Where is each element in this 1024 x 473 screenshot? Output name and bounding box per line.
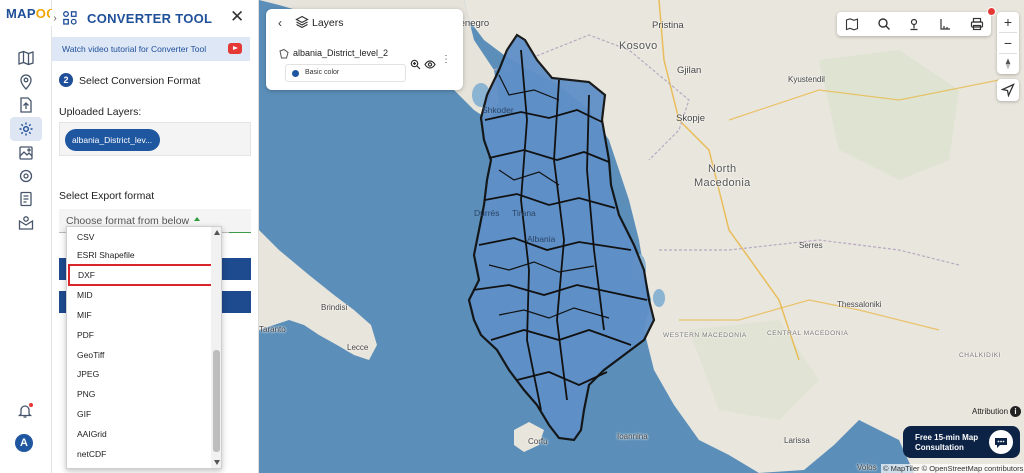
map-label-durres: Durrës (474, 208, 500, 218)
location-pin-icon[interactable] (16, 73, 36, 91)
style-label: Basic color (305, 69, 340, 76)
panel-header: CONVERTER TOOL ✕ (52, 0, 259, 36)
step-label: Select Conversion Format (79, 75, 201, 87)
layers-panel-title: Layers (312, 17, 344, 29)
format-option-geotiff[interactable]: GeoTiff (67, 345, 210, 365)
map-label-ioannina: Ioannina (617, 432, 648, 441)
format-option-jpeg[interactable]: JPEG (67, 364, 210, 384)
marker-icon[interactable] (907, 17, 921, 31)
map-label-shkoder: Shkoder (482, 105, 514, 115)
map-label-taranto: Taranto (259, 325, 286, 334)
map-label-western-macedonia: WESTERN MACEDONIA (663, 332, 747, 339)
youtube-icon (228, 43, 242, 54)
scroll-up-arrow-icon[interactable] (214, 230, 220, 235)
zoom-to-layer-icon[interactable] (410, 57, 421, 70)
avatar[interactable]: A (15, 434, 33, 452)
format-option-gif[interactable]: GIF (67, 404, 210, 424)
map-label-volos: Volos (857, 463, 877, 472)
step-badge: 2 (59, 73, 73, 87)
close-icon[interactable]: ✕ (230, 8, 244, 26)
converter-tool-icon (62, 10, 78, 26)
map-label-tirana: Tirana (512, 208, 536, 218)
format-option-pdf[interactable]: PDF (67, 325, 210, 345)
image-layers-icon[interactable] (16, 144, 36, 162)
map-label-pristina: Pristina (652, 20, 684, 31)
polygon-layer-icon (278, 47, 290, 59)
map-label-corfu: Corfu (528, 437, 548, 446)
navigation-arrow-icon (1000, 83, 1015, 98)
map-label-albania: Albania (527, 234, 556, 244)
attribution-text[interactable]: Attribution (972, 407, 1008, 416)
uploaded-layer-chip[interactable]: albania_District_lev... (65, 129, 160, 151)
layer-name[interactable]: albania_District_level_2 (293, 48, 388, 58)
map-label-skopje: Skopje (676, 113, 706, 124)
map-credits[interactable]: © MapTiler © OpenStreetMap contributors (881, 464, 1024, 473)
format-option-netcdf[interactable]: netCDF (67, 444, 210, 464)
map-label-larissa: Larissa (784, 436, 810, 445)
caret-up-icon (194, 217, 200, 221)
compass-icon[interactable] (997, 54, 1019, 74)
map-toolbar (837, 7, 996, 36)
map-label-north: North (708, 163, 737, 175)
map-label-chalkidiki: CHALKIDIKI (959, 352, 1002, 359)
layer-style-row[interactable]: Basic color (285, 64, 406, 82)
mail-user-icon[interactable] (16, 214, 36, 232)
consultation-button[interactable]: Free 15-min Map Consultation (903, 426, 1020, 458)
consultation-text: Free 15-min Map Consultation (915, 433, 979, 452)
map-label-lecce: Lecce (347, 343, 369, 352)
search-icon[interactable] (877, 17, 891, 31)
uploaded-layers-label: Uploaded Layers: (59, 106, 142, 118)
settings-cog-icon[interactable] (16, 167, 36, 185)
map-label-thessaloniki: Thessaloniki (837, 300, 882, 309)
style-color-swatch (292, 70, 299, 77)
map-book-icon[interactable] (845, 17, 859, 31)
icon-rail: MAPOG A (0, 0, 56, 473)
format-option-aaigrid[interactable]: AAIGrid (67, 424, 210, 444)
format-option-dxf[interactable]: DXF (68, 264, 221, 286)
upload-file-icon[interactable] (16, 96, 36, 114)
layers-stack-icon (295, 15, 309, 29)
locate-button[interactable] (997, 79, 1019, 101)
collapse-rail-chevron-icon[interactable]: › (50, 10, 60, 26)
scrollbar-thumb[interactable] (213, 350, 220, 452)
toolbar-notification-badge (987, 7, 996, 16)
zoom-out-button[interactable]: − (997, 33, 1019, 53)
layers-panel: ‹ Layers albania_District_level_2 ⋮ Basi… (266, 9, 463, 90)
format-option-png[interactable]: PNG (67, 384, 210, 404)
video-tutorial-link[interactable]: Watch video tutorial for Converter Tool (52, 37, 250, 61)
map-label-gjilan: Gjilan (677, 65, 702, 76)
format-option-mif[interactable]: MIF (67, 305, 210, 325)
document-list-icon[interactable] (16, 190, 36, 208)
map-label-serres: Serres (799, 241, 823, 250)
map-label-brindisi: Brindisi (321, 303, 348, 312)
info-icon[interactable]: i (1010, 406, 1021, 417)
notification-dot (29, 403, 33, 407)
map-label-central-macedonia: CENTRAL MACEDONIA (767, 330, 849, 337)
measure-icon[interactable] (938, 17, 952, 31)
dropdown-scrollbar[interactable] (211, 227, 221, 468)
back-chevron-icon[interactable]: ‹ (278, 16, 282, 30)
map-label-macedonia: Macedonia (694, 177, 751, 189)
visibility-eye-icon[interactable] (424, 57, 436, 69)
map-label-kosovo: Kosovo (619, 40, 658, 52)
zoom-controls: + − (997, 12, 1019, 74)
scroll-down-arrow-icon[interactable] (214, 460, 220, 465)
tutorial-text: Watch video tutorial for Converter Tool (62, 44, 207, 54)
map-label-kyustendil: Kyustendil (788, 75, 825, 84)
map-icon[interactable] (16, 49, 36, 67)
format-option-mid[interactable]: MID (67, 285, 210, 305)
zoom-in-button[interactable]: + (997, 12, 1019, 32)
print-icon[interactable] (970, 17, 984, 31)
panel-title: CONVERTER TOOL (87, 11, 213, 26)
uploaded-layers-box: albania_District_lev... (59, 122, 251, 156)
chat-bubble-icon[interactable] (989, 430, 1013, 454)
notification-bell-icon[interactable] (17, 403, 33, 419)
gear-icon[interactable] (10, 117, 42, 141)
format-option-csv[interactable]: CSV (67, 227, 210, 247)
format-option-esri-shapefile[interactable]: ESRI Shapefile (67, 245, 210, 265)
export-format-label: Select Export format (59, 190, 155, 202)
more-options-icon[interactable]: ⋮ (441, 54, 451, 65)
format-dropdown-list: CSV ESRI Shapefile DXF MID MIF PDF GeoTi… (66, 226, 222, 469)
focus-underline (229, 232, 251, 233)
